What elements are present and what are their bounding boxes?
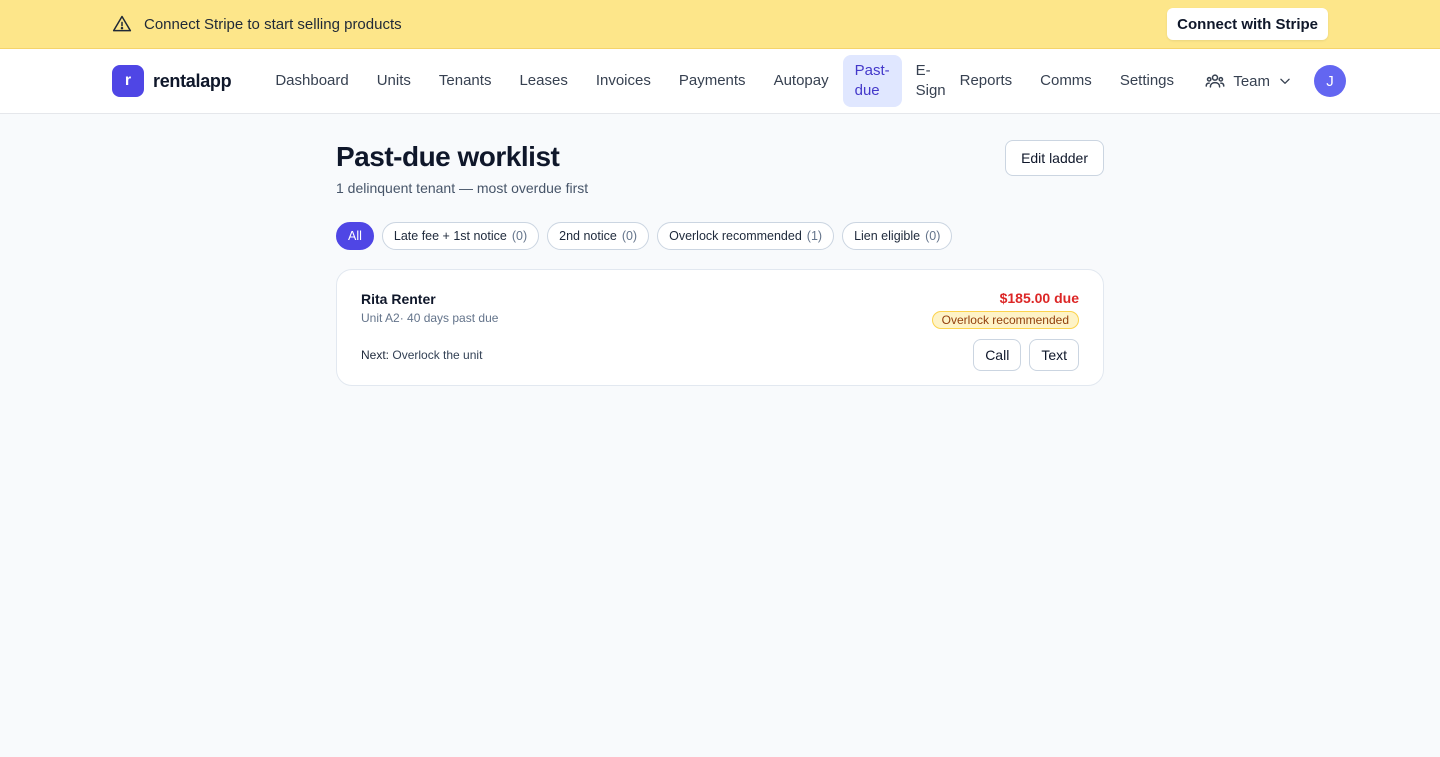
call-button[interactable]: Call [973, 339, 1022, 371]
brand-name: rentalapp [153, 70, 232, 91]
filter-label: 2nd notice [559, 229, 617, 243]
nav-item-e-sign[interactable]: E-Sign [902, 55, 946, 107]
avatar[interactable]: J [1314, 65, 1346, 97]
text-button[interactable]: Text [1029, 339, 1079, 371]
card-actions: Call Text [973, 339, 1079, 371]
page-header: Past-due worklist 1 delinquent tenant — … [336, 140, 1104, 196]
filter-count: (0) [511, 229, 528, 243]
banner-message: Connect Stripe to start selling products [144, 15, 402, 33]
nav-item-invoices[interactable]: Invoices [582, 65, 665, 97]
tenant-name[interactable]: Rita Renter [361, 291, 498, 307]
nav-item-reports[interactable]: Reports [946, 65, 1027, 97]
nav-item-comms[interactable]: Comms [1026, 65, 1106, 97]
nav-item-units[interactable]: Units [363, 65, 425, 97]
filter-label: All [348, 229, 362, 243]
stripe-banner: Connect Stripe to start selling products… [0, 0, 1440, 49]
nav-item-past-due[interactable]: Past-due [842, 55, 902, 107]
brand[interactable]: r rentalapp [112, 65, 232, 97]
filter-label: Overlock recommended [669, 229, 802, 243]
nav-item-leases[interactable]: Leases [505, 65, 581, 97]
filter-2nd-notice[interactable]: 2nd notice (0) [547, 222, 650, 250]
nav-item-settings[interactable]: Settings [1106, 65, 1188, 97]
edit-ladder-button[interactable]: Edit ladder [1005, 140, 1104, 176]
nav-item-dashboard[interactable]: Dashboard [261, 65, 362, 97]
filter-overlock-recommended[interactable]: Overlock recommended (1) [657, 222, 835, 250]
connect-stripe-button[interactable]: Connect with Stripe [1167, 8, 1328, 40]
nav-item-payments[interactable]: Payments [665, 65, 760, 97]
nav-item-tenants[interactable]: Tenants [425, 65, 506, 97]
filter-lien-eligible[interactable]: Lien eligible (0) [842, 222, 953, 250]
tenant-meta: Unit A2· 40 days past due [361, 311, 499, 325]
chevron-down-icon [1278, 74, 1292, 88]
top-nav: r rentalapp Dashboard Units Tenants Leas… [0, 49, 1440, 114]
team-label: Team [1233, 72, 1270, 90]
warning-icon [112, 14, 132, 34]
filter-label: Late fee + 1st notice [393, 229, 507, 243]
filter-late-fee[interactable]: Late fee + 1st notice (0) [381, 222, 540, 250]
users-icon [1205, 71, 1225, 91]
tenant-card: Rita Renter Unit A2· 40 days past due Ne… [336, 269, 1104, 386]
team-menu[interactable]: Team [1205, 71, 1292, 91]
filter-count: (1) [806, 229, 823, 243]
next-value: Overlock the unit [392, 348, 483, 362]
filter-label: Lien eligible [854, 229, 921, 243]
main-content: Past-due worklist 1 delinquent tenant — … [336, 114, 1104, 386]
filter-count: (0) [925, 229, 941, 243]
status-badge: Overlock recommended [931, 311, 1079, 329]
filter-count: (0) [621, 229, 638, 243]
brand-logo: r [112, 65, 144, 97]
filter-all[interactable]: All [336, 222, 374, 250]
nav-items: Dashboard Units Tenants Leases Invoices … [261, 55, 1193, 107]
page-subtitle: 1 delinquent tenant — most overdue first [336, 180, 589, 196]
filter-chips: All Late fee + 1st notice (0) 2nd notice… [336, 222, 1104, 250]
page-title: Past-due worklist [336, 141, 560, 172]
nav-item-autopay[interactable]: Autopay [760, 65, 843, 97]
amount-due: $185.00 due [999, 290, 1079, 306]
next-label: Next: [361, 348, 390, 362]
next-action: Next: Overlock the unit [361, 348, 498, 362]
